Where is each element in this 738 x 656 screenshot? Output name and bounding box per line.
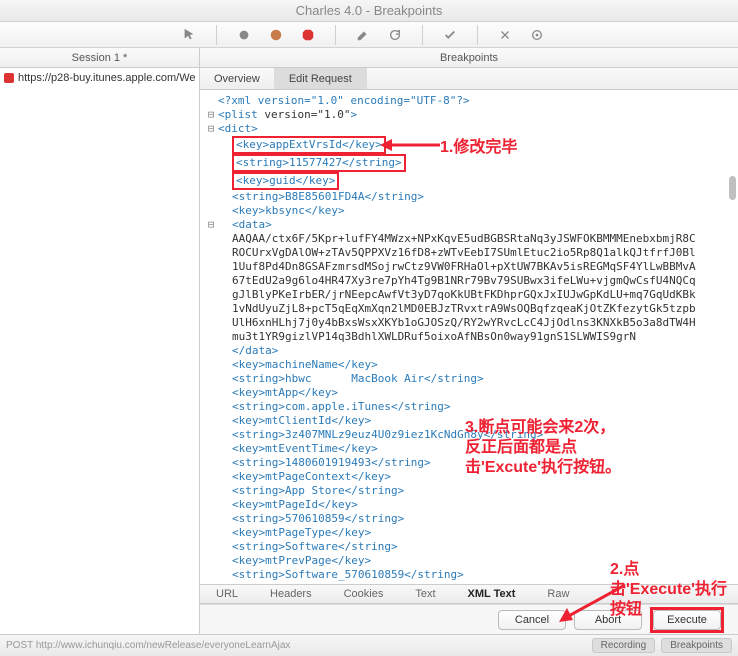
settings-icon[interactable] [528,26,546,44]
status-breakpoints[interactable]: Breakpoints [661,638,732,653]
sidebar: https://p28-buy.itunes.apple.com/WebO [0,68,200,634]
toolbar [0,22,738,48]
fold-icon[interactable]: ⊟ [204,108,218,122]
tools-icon[interactable] [496,26,514,44]
annotation-box-1c: <key>guid</key> [232,172,339,190]
record-icon[interactable] [235,26,253,44]
window-titlebar: Charles 4.0 - Breakpoints [0,0,738,22]
scrollbar-thumb[interactable] [729,176,736,200]
status-bar: POST http://www.ichunqiu.com/newRelease/… [0,634,738,656]
annotation-box-1: <key>appExtVrsId</key> [232,136,386,154]
subtab-url[interactable]: URL [200,584,254,604]
subtab-raw[interactable]: Raw [531,584,585,604]
subtab-xml-text[interactable]: XML Text [452,584,532,604]
session-column-header[interactable]: Session 1 * [0,48,200,67]
edit-icon[interactable] [354,26,372,44]
refresh-icon[interactable] [386,26,404,44]
breakpoint-request-row[interactable]: https://p28-buy.itunes.apple.com/WebO [4,72,195,84]
breakpoint-url: https://p28-buy.itunes.apple.com/WebO [18,72,195,84]
subtab-cookies[interactable]: Cookies [328,584,400,604]
request-tabs: Overview Edit Request [200,68,738,90]
status-text: POST http://www.ichunqiu.com/newRelease/… [6,640,290,651]
abort-button[interactable]: Abort [574,610,642,630]
window-title: Charles 4.0 - Breakpoints [296,3,443,18]
breakpoint-icon [4,73,14,83]
cancel-button[interactable]: Cancel [498,610,566,630]
tab-overview[interactable]: Overview [200,68,275,89]
content-pane: Overview Edit Request .<?xml version="1.… [200,68,738,634]
check-icon[interactable] [441,26,459,44]
pause-icon[interactable] [267,26,285,44]
annotation-box-execute: Execute [650,607,724,633]
status-recording[interactable]: Recording [592,638,656,653]
execute-button[interactable]: Execute [653,610,721,630]
fold-icon[interactable]: ⊟ [204,218,218,232]
action-bar: Cancel Abort Execute [200,604,738,634]
cursor-icon[interactable] [180,26,198,44]
body-format-tabs: URL Headers Cookies Text XML Text Raw [200,584,738,604]
subtab-text[interactable]: Text [399,584,451,604]
breakpoints-column-header[interactable]: Breakpoints [200,48,738,67]
fold-icon[interactable]: ⊟ [204,122,218,136]
xml-editor[interactable]: .<?xml version="1.0" encoding="UTF-8"?> … [200,90,738,584]
tab-edit-request[interactable]: Edit Request [275,68,367,89]
stop-icon[interactable] [299,26,317,44]
subtab-headers[interactable]: Headers [254,584,328,604]
annotation-box-1b: <string>11577427</string> [232,154,406,172]
columns-header: Session 1 * Breakpoints [0,48,738,68]
